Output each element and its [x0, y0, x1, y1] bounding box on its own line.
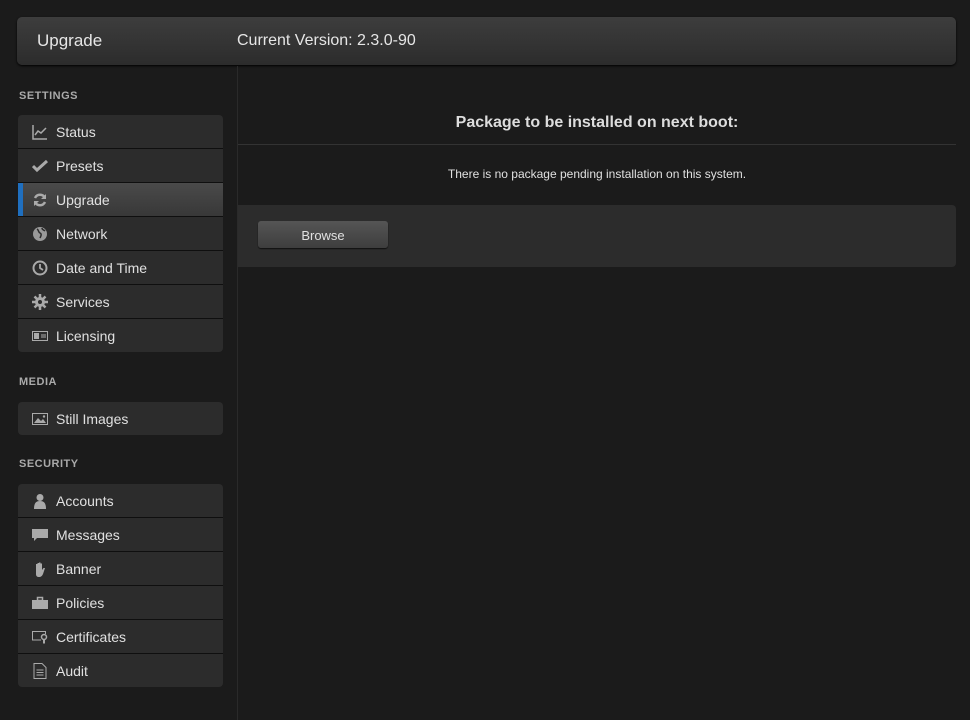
briefcase-icon	[32, 595, 48, 611]
sidebar-item-label: Audit	[56, 662, 88, 679]
check-icon	[32, 158, 48, 174]
sidebar-item-label: Status	[56, 123, 96, 140]
sidebar-item-label: Services	[56, 293, 110, 310]
sidebar-item-label: Still Images	[56, 410, 129, 427]
sidebar-item-status[interactable]: Status	[18, 115, 223, 148]
globe-icon	[32, 226, 48, 242]
section-label-media: MEDIA	[19, 376, 57, 388]
image-icon	[32, 411, 48, 427]
gear-icon	[32, 293, 48, 310]
certificate-icon	[32, 629, 48, 645]
sidebar-item-date-and-time[interactable]: Date and Time	[18, 250, 223, 284]
sidebar-item-label: Presets	[56, 157, 104, 174]
security-group: Accounts Messages Banner Policies Certif…	[18, 484, 223, 687]
divider	[238, 144, 956, 145]
sidebar-item-label: Accounts	[56, 492, 114, 509]
chart-icon	[32, 124, 48, 140]
section-label-settings: SETTINGS	[19, 90, 79, 102]
media-group: Still Images	[18, 402, 223, 435]
sidebar-item-services[interactable]: Services	[18, 284, 223, 318]
sidebar-item-label: Banner	[56, 560, 102, 577]
refresh-icon	[32, 192, 48, 208]
upload-panel: Browse	[238, 205, 956, 267]
sidebar-item-label: Network	[56, 225, 108, 242]
sidebar-item-messages[interactable]: Messages	[18, 517, 223, 551]
sidebar-item-label: Licensing	[56, 327, 116, 344]
sidebar-item-licensing[interactable]: Licensing	[18, 318, 223, 352]
sidebar: SETTINGS Status Presets Upgrade Network …	[0, 66, 238, 720]
sidebar-item-label: Certificates	[56, 628, 127, 645]
settings-group: Status Presets Upgrade Network Date and …	[18, 115, 223, 352]
browse-button[interactable]: Browse	[258, 221, 388, 248]
current-version: Current Version: 2.3.0-90	[237, 32, 416, 49]
sidebar-item-label: Date and Time	[56, 259, 148, 276]
license-icon	[32, 328, 48, 344]
hand-icon	[32, 561, 48, 577]
sidebar-item-accounts[interactable]: Accounts	[18, 484, 223, 517]
sidebar-item-still-images[interactable]: Still Images	[18, 402, 223, 435]
sidebar-item-presets[interactable]: Presets	[18, 148, 223, 182]
sidebar-item-audit[interactable]: Audit	[18, 653, 223, 687]
section-heading: Package to be installed on next boot:	[455, 114, 739, 131]
sidebar-item-network[interactable]: Network	[18, 216, 223, 250]
sidebar-item-label: Messages	[56, 526, 120, 543]
sidebar-item-banner[interactable]: Banner	[18, 551, 223, 585]
document-icon	[32, 662, 48, 679]
user-icon	[32, 493, 48, 509]
section-label-security: SECURITY	[19, 458, 79, 470]
sidebar-item-upgrade[interactable]: Upgrade	[18, 182, 223, 216]
sidebar-item-policies[interactable]: Policies	[18, 585, 223, 619]
sidebar-item-label: Policies	[56, 594, 105, 611]
speech-bubble-icon	[32, 527, 48, 543]
page-title: Upgrade	[37, 31, 103, 50]
sidebar-item-label: Upgrade	[56, 191, 110, 208]
sidebar-item-certificates[interactable]: Certificates	[18, 619, 223, 653]
clock-icon	[32, 260, 48, 276]
pending-status-message: There is no package pending installation…	[447, 167, 747, 181]
page-header: Upgrade Current Version: 2.3.0-90	[17, 17, 956, 65]
